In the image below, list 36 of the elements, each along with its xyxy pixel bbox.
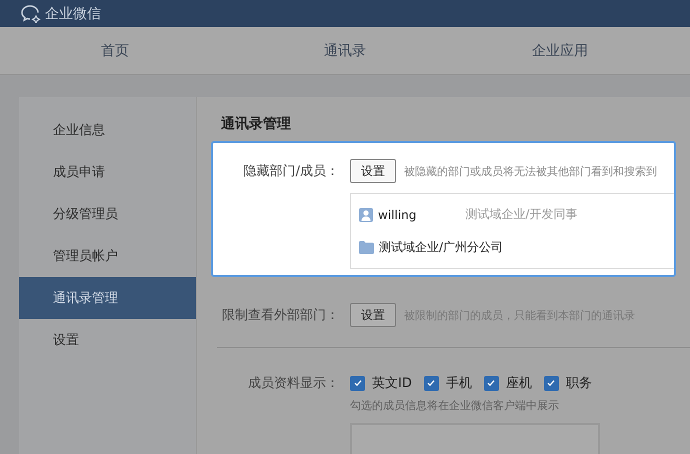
setting-label: 限制查看外部部门： xyxy=(221,307,339,324)
checkbox[interactable] xyxy=(544,376,559,390)
setting-hint: 勾选的成员信息将在企业微信客户端中展示 xyxy=(350,398,560,413)
checkbox-label: 手机 xyxy=(446,375,472,392)
check-icon xyxy=(486,378,496,388)
check-icon xyxy=(352,378,362,388)
folder-icon xyxy=(359,241,374,254)
checkbox[interactable] xyxy=(424,376,439,390)
department-name: 测试域企业/广州分公司 xyxy=(379,239,504,256)
sidebar-item[interactable]: 管理员帐户 xyxy=(19,235,196,277)
setting-label: 隐藏部门/成员： xyxy=(242,163,339,180)
sidebar-item[interactable]: 企业信息 xyxy=(19,109,196,151)
check-icon xyxy=(546,378,556,388)
nav-tab[interactable]: 通讯录 xyxy=(230,27,460,74)
sidebar-item[interactable]: 分级管理员 xyxy=(19,193,196,235)
nav-tab[interactable]: 首页 xyxy=(0,27,230,74)
nav-tab[interactable]: 企业应用 xyxy=(460,27,660,74)
set-button[interactable]: 设置 xyxy=(350,303,396,327)
checkbox-label: 英文ID xyxy=(372,375,412,392)
app-title: 企业微信 xyxy=(45,4,101,22)
sidebar-item[interactable]: 成员申请 xyxy=(19,151,196,193)
setting-label: 成员资料显示： xyxy=(247,375,339,392)
checkbox-label: 座机 xyxy=(506,375,532,392)
setting-hint: 被隐藏的部门或成员将无法被其他部门看到和搜索到 xyxy=(404,164,657,178)
sidebar-item[interactable]: 设置 xyxy=(19,319,196,361)
checkbox-label: 职务 xyxy=(566,375,592,392)
checkbox[interactable] xyxy=(484,376,499,390)
member-department: 测试域企业/开发同事 xyxy=(465,206,578,223)
member-name: willing xyxy=(378,208,416,222)
chat-bubble-icon xyxy=(21,4,41,22)
sidebar-item[interactable]: 通讯录管理 xyxy=(19,277,196,319)
set-button[interactable]: 设置 xyxy=(350,159,396,183)
check-icon xyxy=(426,378,436,388)
section-title: 通讯录管理 xyxy=(220,115,292,134)
user-icon xyxy=(359,208,373,222)
checkbox[interactable] xyxy=(350,376,365,390)
